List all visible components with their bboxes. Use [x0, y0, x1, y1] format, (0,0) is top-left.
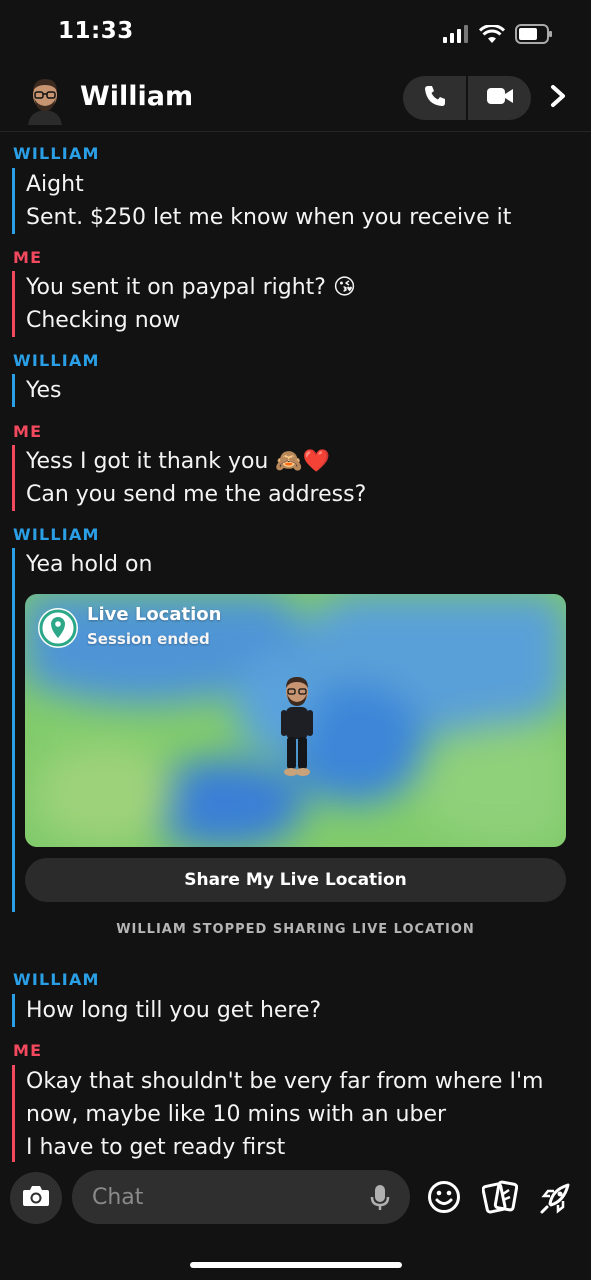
sender-label: WILLIAM: [13, 351, 100, 370]
chat-screen: 11:33 William WILLIAM Aight Sent. $250 l…: [0, 0, 591, 1280]
chat-input-pill[interactable]: [72, 1170, 410, 1224]
battery-icon: [515, 24, 553, 48]
message-text: Yess I got it thank you 🙈❤️: [26, 449, 331, 474]
camera-icon: [22, 1184, 50, 1212]
message-bar: [12, 994, 15, 1027]
home-indicator: [190, 1262, 402, 1268]
call-controls: [403, 76, 531, 120]
message-text: Checking now: [26, 308, 181, 333]
chat-input[interactable]: [92, 1170, 352, 1224]
message-text: How long till you get here?: [26, 998, 322, 1023]
status-time: 11:33: [58, 18, 134, 44]
status-icons: [443, 23, 553, 48]
rocket-icon[interactable]: [538, 1180, 574, 1220]
message-text: Aight: [26, 172, 84, 197]
message-bar: [12, 445, 15, 511]
sender-label: WILLIAM: [13, 144, 100, 163]
chat-header: William: [0, 66, 591, 132]
profile-chevron-button[interactable]: [543, 82, 573, 114]
sender-label: WILLIAM: [13, 970, 100, 989]
system-note: WILLIAM STOPPED SHARING LIVE LOCATION: [116, 922, 475, 937]
message-text: now, maybe like 10 mins with an uber: [26, 1102, 447, 1127]
contact-name[interactable]: William: [80, 81, 193, 112]
status-bar: 11:33: [0, 0, 591, 66]
bitmoji-icon: [277, 674, 317, 784]
smiley-icon[interactable]: [427, 1180, 461, 1218]
composer-bar: [0, 1162, 591, 1280]
sender-label: ME: [13, 422, 43, 441]
message-text: I have to get ready first: [26, 1135, 286, 1160]
signal-icon: [443, 25, 469, 47]
message-bar: [12, 374, 15, 407]
message-bar: [12, 168, 15, 234]
message-text: Okay that shouldn't be very far from whe…: [26, 1069, 544, 1094]
live-location-title: Live Location: [87, 604, 222, 625]
message-text: Sent. $250 let me know when you receive …: [26, 205, 512, 230]
message-text: You sent it on paypal right? 😘: [26, 275, 356, 300]
voice-call-button[interactable]: [403, 76, 466, 120]
live-location-status: Session ended: [87, 630, 210, 648]
location-pin-icon: [38, 608, 78, 648]
message-text: Yes: [26, 378, 62, 403]
message-bar: [12, 548, 15, 912]
chevron-right-icon: [549, 84, 567, 112]
share-live-location-button[interactable]: Share My Live Location: [25, 858, 566, 902]
avatar[interactable]: [24, 75, 66, 125]
message-bar: [12, 271, 15, 337]
message-bar: [12, 1065, 15, 1162]
sender-label: WILLIAM: [13, 525, 100, 544]
message-text: Can you send me the address?: [26, 482, 367, 507]
mic-icon[interactable]: [370, 1184, 390, 1216]
sender-label: ME: [13, 248, 43, 267]
message-list[interactable]: WILLIAM Aight Sent. $250 let me know whe…: [0, 132, 591, 1162]
message-text: Yea hold on: [26, 552, 153, 577]
wifi-icon: [478, 23, 506, 48]
camera-button[interactable]: [10, 1172, 62, 1224]
sender-label: ME: [13, 1041, 43, 1060]
stickers-icon[interactable]: [481, 1180, 519, 1218]
phone-icon: [423, 84, 447, 112]
video-call-button[interactable]: [468, 76, 531, 120]
video-icon: [486, 86, 514, 110]
live-location-map[interactable]: Live Location Session ended: [25, 594, 566, 847]
